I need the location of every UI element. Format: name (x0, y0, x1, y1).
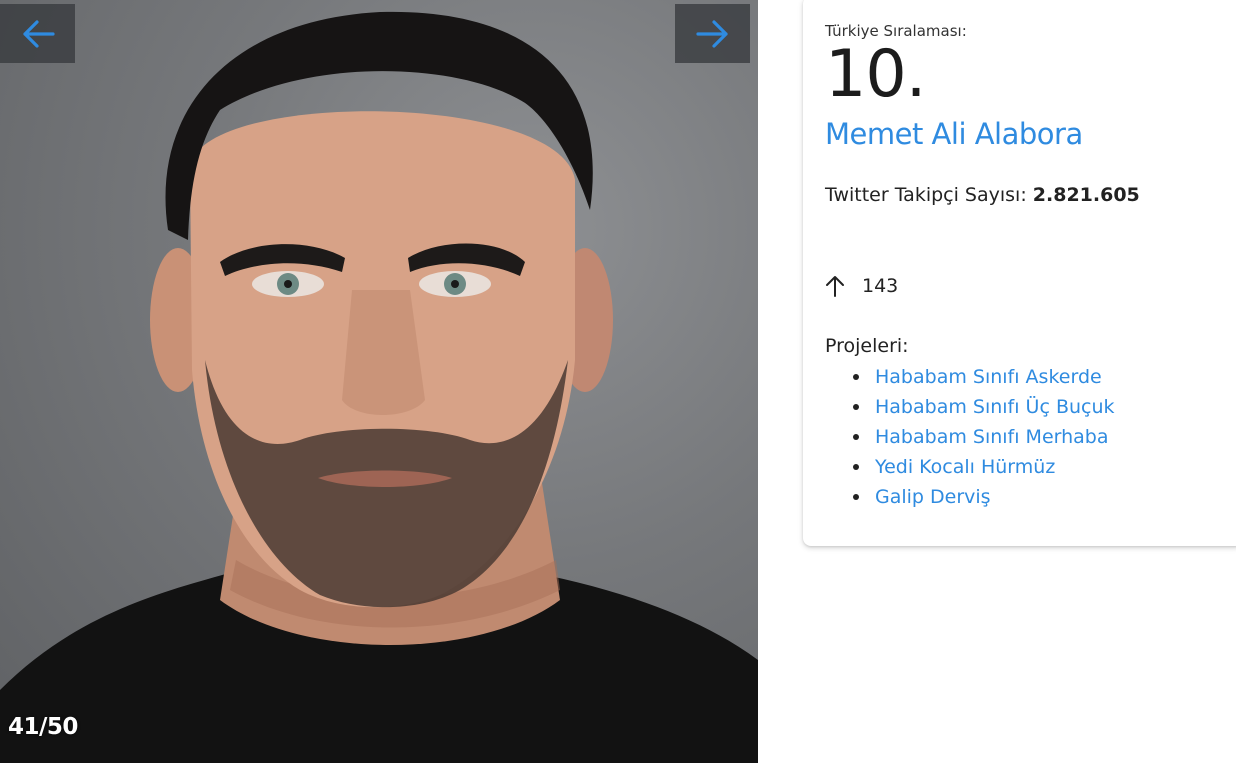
list-item: Hababam Sınıfı Üç Buçuk (853, 394, 1115, 424)
followers-value: 2.821.605 (1032, 184, 1140, 206)
list-item: Yedi Kocalı Hürmüz (853, 454, 1115, 484)
projects-list: Hababam Sınıfı Askerde Hababam Sınıfı Üç… (853, 364, 1115, 514)
info-card: Türkiye Sıralaması: 10. Memet Ali Alabor… (803, 0, 1236, 546)
next-photo-button[interactable] (675, 4, 750, 63)
list-item: Hababam Sınıfı Merhaba (853, 424, 1115, 454)
list-item: Galip Derviş (853, 484, 1115, 514)
project-link[interactable]: Yedi Kocalı Hürmüz (875, 456, 1055, 478)
project-link[interactable]: Hababam Sınıfı Merhaba (875, 426, 1109, 448)
arrow-left-icon (22, 19, 55, 48)
project-link[interactable]: Galip Derviş (875, 486, 991, 508)
projects-label: Projeleri: (825, 335, 909, 357)
page: 41/50 Türkiye Sıralaması: 10. Memet Ali … (0, 0, 1236, 765)
project-link[interactable]: Hababam Sınıfı Üç Buçuk (875, 396, 1115, 418)
profile-photo: 41/50 (0, 0, 758, 763)
followers-label: Twitter Takipçi Sayısı: (825, 184, 1027, 206)
twitter-followers: Twitter Takipçi Sayısı: 2.821.605 (825, 184, 1140, 206)
previous-photo-button[interactable] (0, 4, 75, 63)
arrow-up-icon (826, 276, 844, 297)
photo-counter: 41/50 (8, 714, 78, 740)
list-item: Hababam Sınıfı Askerde (853, 364, 1115, 394)
rank-value: 10. (825, 37, 926, 112)
portrait-image (0, 11, 758, 763)
project-link[interactable]: Hababam Sınıfı Askerde (875, 366, 1102, 388)
trend-value: 143 (862, 275, 899, 297)
arrow-right-icon (695, 19, 728, 48)
rank-trend: 143 (825, 275, 898, 297)
person-name-link[interactable]: Memet Ali Alabora (825, 117, 1083, 151)
